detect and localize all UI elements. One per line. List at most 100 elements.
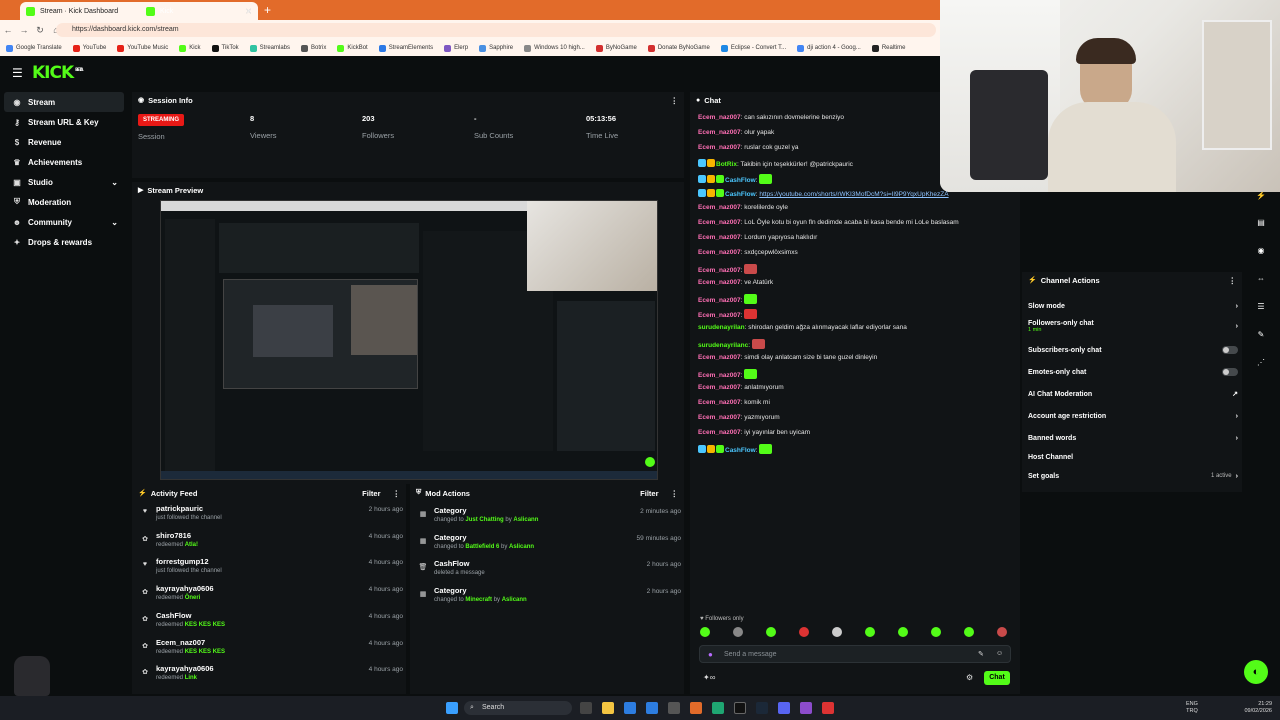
back-icon[interactable]: ← xyxy=(0,25,16,35)
mod-action-row[interactable]: ▦ Category changed to Just Chatting by Asl… xyxy=(418,506,681,532)
bookmark-item[interactable]: Botrix xyxy=(301,44,326,52)
bookmark-item[interactable]: Google Translate xyxy=(6,44,62,52)
chat-message[interactable]: Ecem_naz007: yazmıyorum xyxy=(698,414,780,421)
chat-username[interactable]: Ecem_naz007 xyxy=(698,249,741,256)
chat-username[interactable]: Ecem_naz007 xyxy=(698,384,741,391)
chat-message[interactable]: surudenayrilan: shirodan geldim ağza alı… xyxy=(698,324,907,331)
mod-action-row[interactable]: ▦ Category changed to Battlefield 6 by Asl… xyxy=(418,533,681,559)
sidebar-item-community[interactable]: ☻ Community ⌄ xyxy=(0,212,128,232)
chat-message[interactable]: surudenayrilanc: xyxy=(698,339,765,349)
bookmark-item[interactable]: YouTube Music xyxy=(117,44,168,52)
mod-action-moderator[interactable]: Aslicann xyxy=(513,517,538,523)
quick-emote-icon[interactable] xyxy=(964,627,974,637)
quick-emote-icon[interactable] xyxy=(997,627,1007,637)
mod-action-moderator[interactable]: Aslicann xyxy=(509,544,534,550)
bookmark-item[interactable]: Eclipse - Convert T... xyxy=(720,44,786,52)
bookmark-item[interactable]: Elerp xyxy=(444,44,468,52)
sidebar-item-revenue[interactable]: $ Revenue xyxy=(0,132,128,152)
file-explorer-icon[interactable] xyxy=(602,702,614,714)
bookmark-item[interactable]: Streamlabs xyxy=(249,44,290,52)
obs-icon[interactable] xyxy=(734,702,746,714)
chat-message[interactable]: CashFlow: xyxy=(698,174,773,184)
chat-username[interactable]: Ecem_naz007 xyxy=(698,129,741,136)
bookmark-item[interactable]: StreamElements xyxy=(378,44,433,52)
url-field[interactable]: https://dashboard.kick.com/stream xyxy=(56,23,936,37)
mod-action-row[interactable]: ▦ Category changed to Minecraft by Aslican… xyxy=(418,586,681,612)
chat-username[interactable]: Ecem_naz007 xyxy=(698,234,741,241)
quick-emote-icon[interactable] xyxy=(766,627,776,637)
browser-tab-kick[interactable]: Kick ✕ xyxy=(140,2,258,20)
kick-logo[interactable]: KICK BETA xyxy=(32,63,83,83)
chat-input[interactable]: ● Send a message ✎ ☺ xyxy=(699,645,1011,663)
app2-icon[interactable] xyxy=(800,702,812,714)
quick-emote-icon[interactable] xyxy=(799,627,809,637)
discord-icon[interactable] xyxy=(778,702,790,714)
toggle-switch[interactable] xyxy=(1222,346,1238,354)
channel-action-emotes-only-chat[interactable]: Emotes-only chat xyxy=(1028,364,1238,380)
chat-send-button[interactable]: Chat xyxy=(984,671,1010,685)
chat-username[interactable]: surudenayrilanc xyxy=(698,342,748,349)
sidebar-item-achievements[interactable]: ♛ Achievements xyxy=(0,152,128,172)
mod-action-moderator[interactable]: Aslicann xyxy=(502,597,527,603)
settings-icon[interactable] xyxy=(668,702,680,714)
chat-username[interactable]: Ecem_naz007 xyxy=(698,429,741,436)
bookmark-item[interactable]: dji action 4 - Goog... xyxy=(797,44,861,52)
chat-username[interactable]: Ecem_naz007 xyxy=(698,279,741,286)
chat-username[interactable]: Ecem_naz007 xyxy=(698,354,741,361)
activity-row[interactable]: ♥ patrickpauric just followed the channel 2… xyxy=(140,504,403,530)
activity-username[interactable]: Ecem_naz007 xyxy=(156,638,205,647)
chat-message[interactable]: Ecem_naz007: LoL Öyle kotu bi oyun fln d… xyxy=(698,219,959,226)
chat-username[interactable]: Ecem_naz007 xyxy=(698,114,741,121)
quick-list-icon[interactable]: ☰ xyxy=(1252,297,1270,315)
microphone-icon[interactable]: ● xyxy=(708,650,713,659)
mod-filter-button[interactable]: Filter xyxy=(640,489,658,498)
sidebar-item-studio[interactable]: ▣ Studio ⌄ xyxy=(0,172,128,192)
chat-message[interactable]: Ecem_naz007: iyi yayınlar ben uyicam xyxy=(698,429,810,436)
activity-username[interactable]: kayrayahya0606 xyxy=(156,664,214,673)
more-options-icon[interactable]: ⋮ xyxy=(393,489,401,498)
bookmark-item[interactable]: TikTok xyxy=(211,44,239,52)
forward-icon[interactable]: → xyxy=(16,25,32,35)
activity-username[interactable]: forrestgump12 xyxy=(156,557,209,566)
chat-username[interactable]: CashFlow xyxy=(725,177,756,184)
language-indicator[interactable]: ENG TRQ xyxy=(1186,701,1198,715)
activity-username[interactable]: shiro7816 xyxy=(156,531,191,540)
chat-settings-icon[interactable]: ⚙ xyxy=(966,673,973,682)
windows-start-icon[interactable] xyxy=(446,702,458,714)
emote-picker-icon[interactable]: ✎ xyxy=(978,650,984,658)
chat-message[interactable]: Ecem_naz007: xyxy=(698,294,758,304)
channel-action-ai-chat-moderation[interactable]: AI Chat Moderation ↗ xyxy=(1028,386,1238,402)
chat-message[interactable]: Ecem_naz007: xyxy=(698,264,758,274)
quick-emote-icon[interactable] xyxy=(700,627,710,637)
activity-row[interactable]: ✿ CashFlow redeemed KES KES KES 4 hours ago xyxy=(140,611,403,637)
sidebar-item-drops-rewards[interactable]: ✦ Drops & rewards xyxy=(0,232,128,252)
quick-emote-icon[interactable] xyxy=(832,627,842,637)
channel-action-account-age-restriction[interactable]: Account age restriction › xyxy=(1028,408,1238,424)
more-options-icon[interactable]: ⋮ xyxy=(671,489,679,498)
channel-action-banned-words[interactable]: Banned words › xyxy=(1028,430,1238,446)
quick-share-icon[interactable]: ⋰ xyxy=(1252,353,1270,371)
chat-username[interactable]: Ecem_naz007 xyxy=(698,297,741,304)
bookmark-item[interactable]: Realtime xyxy=(871,44,906,52)
infinity-icon[interactable]: ✦∞ xyxy=(703,673,715,682)
reload-icon[interactable]: ↻ xyxy=(32,25,48,36)
channel-action-host-channel[interactable]: Host Channel xyxy=(1028,449,1238,465)
store-icon[interactable] xyxy=(624,702,636,714)
mod-action-row[interactable]: 🗑 CashFlow deleted a message 2 hours ago xyxy=(418,559,681,585)
bookmark-item[interactable]: Windows 10 high... xyxy=(524,44,585,52)
chat-username[interactable]: Ecem_naz007 xyxy=(698,219,741,226)
activity-filter-button[interactable]: Filter xyxy=(362,489,380,498)
chat-username[interactable]: Ecem_naz007 xyxy=(698,267,741,274)
chat-username[interactable]: CashFlow xyxy=(725,191,756,198)
task-view-icon[interactable] xyxy=(580,702,592,714)
bookmark-item[interactable]: YouTube xyxy=(72,44,106,52)
app3-icon[interactable] xyxy=(822,702,834,714)
activity-username[interactable]: CashFlow xyxy=(156,611,191,620)
bookmark-item[interactable]: Kick xyxy=(179,44,201,52)
quick-emote-icon[interactable] xyxy=(733,627,743,637)
chat-link[interactable]: https://youtube.com/shorts/rWKI3MofDcM?s… xyxy=(759,191,948,198)
quick-emote-icon[interactable] xyxy=(898,627,908,637)
chat-username[interactable]: Ecem_naz007 xyxy=(698,414,741,421)
chat-message[interactable]: Ecem_naz007: xyxy=(698,369,758,379)
chat-message[interactable]: CashFlow: xyxy=(698,444,773,454)
